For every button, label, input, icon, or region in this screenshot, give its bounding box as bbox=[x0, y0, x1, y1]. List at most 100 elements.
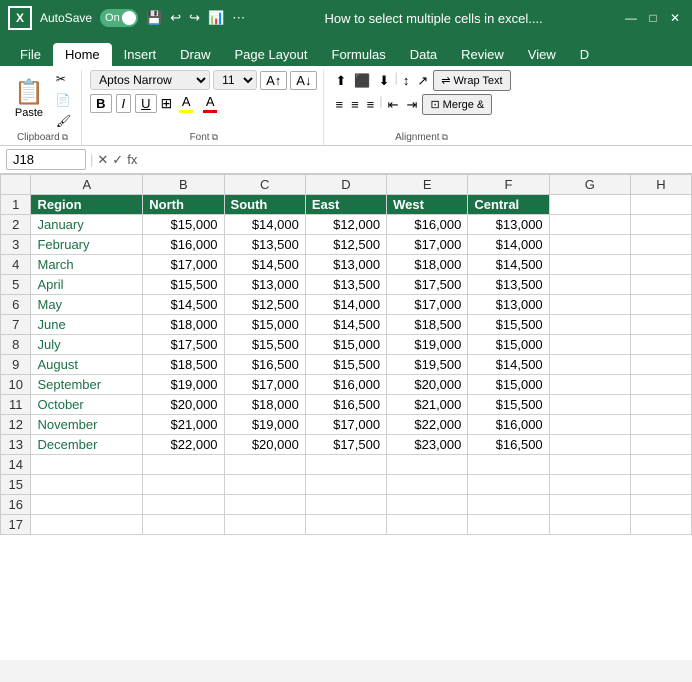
close-btn[interactable]: ✕ bbox=[666, 9, 684, 27]
row-header-10[interactable]: 10 bbox=[1, 375, 31, 395]
table-cell[interactable]: $16,500 bbox=[468, 435, 549, 455]
table-cell[interactable]: $17,500 bbox=[387, 275, 468, 295]
insert-function-icon[interactable]: fx bbox=[127, 152, 137, 168]
font-increase-btn[interactable]: A↑ bbox=[260, 71, 287, 90]
table-row[interactable]: 8July$17,500$15,500$15,000$19,000$15,000 bbox=[1, 335, 692, 355]
table-cell[interactable]: September bbox=[31, 375, 143, 395]
more-icon[interactable]: ⋯ bbox=[232, 10, 245, 26]
table-cell[interactable] bbox=[143, 495, 224, 515]
table-cell[interactable]: $19,500 bbox=[387, 355, 468, 375]
table-row[interactable]: 5April$15,500$13,000$13,500$17,500$13,50… bbox=[1, 275, 692, 295]
row-header-4[interactable]: 4 bbox=[1, 255, 31, 275]
table-cell[interactable] bbox=[468, 455, 549, 475]
table-cell[interactable]: $13,000 bbox=[224, 275, 305, 295]
table-row[interactable]: 9August$18,500$16,500$15,500$19,500$14,5… bbox=[1, 355, 692, 375]
font-size-select[interactable]: 11 bbox=[213, 70, 257, 90]
tab-view[interactable]: View bbox=[516, 43, 568, 66]
align-bottom-btn[interactable]: ⬇ bbox=[376, 70, 393, 91]
font-dialog-icon[interactable]: ⧉ bbox=[212, 132, 218, 143]
table-cell-empty[interactable] bbox=[549, 295, 630, 315]
tab-data[interactable]: Data bbox=[398, 43, 449, 66]
table-cell-empty[interactable] bbox=[630, 455, 691, 475]
cell-reference-box[interactable] bbox=[6, 149, 86, 170]
table-cell[interactable]: $16,000 bbox=[387, 215, 468, 235]
table-cell[interactable]: April bbox=[31, 275, 143, 295]
table-cell-empty[interactable] bbox=[549, 395, 630, 415]
tab-formulas[interactable]: Formulas bbox=[320, 43, 398, 66]
table-cell[interactable]: February bbox=[31, 235, 143, 255]
merge-button[interactable]: ⊡ Merge & bbox=[422, 94, 492, 115]
table-cell[interactable]: $18,500 bbox=[143, 355, 224, 375]
table-cell-empty[interactable] bbox=[549, 435, 630, 455]
table-cell[interactable]: $15,500 bbox=[305, 355, 386, 375]
table-cell-empty[interactable] bbox=[630, 295, 691, 315]
table-cell[interactable] bbox=[31, 475, 143, 495]
table-cell-empty[interactable] bbox=[630, 435, 691, 455]
table-cell[interactable]: South bbox=[224, 195, 305, 215]
table-cell[interactable] bbox=[224, 515, 305, 535]
table-cell-empty[interactable] bbox=[549, 475, 630, 495]
row-header-7[interactable]: 7 bbox=[1, 315, 31, 335]
table-row[interactable]: 7June$18,000$15,000$14,500$18,500$15,500 bbox=[1, 315, 692, 335]
table-cell-empty[interactable] bbox=[630, 215, 691, 235]
minimize-btn[interactable]: — bbox=[622, 9, 640, 27]
col-header-h[interactable]: H bbox=[630, 175, 691, 195]
table-cell[interactable]: Central bbox=[468, 195, 549, 215]
underline-button[interactable]: U bbox=[135, 94, 156, 113]
table-cell[interactable] bbox=[143, 475, 224, 495]
tab-insert[interactable]: Insert bbox=[112, 43, 169, 66]
table-cell[interactable]: $12,500 bbox=[224, 295, 305, 315]
table-cell-empty[interactable] bbox=[549, 515, 630, 535]
table-cell[interactable]: March bbox=[31, 255, 143, 275]
table-cell[interactable]: $22,000 bbox=[387, 415, 468, 435]
table-cell[interactable]: $18,000 bbox=[387, 255, 468, 275]
font-color-button[interactable]: A bbox=[200, 93, 220, 114]
table-cell-empty[interactable] bbox=[630, 415, 691, 435]
table-cell[interactable] bbox=[143, 455, 224, 475]
tab-draw[interactable]: Draw bbox=[168, 43, 222, 66]
text-angle-btn[interactable]: ↗ bbox=[414, 70, 431, 91]
spreadsheet[interactable]: A B C D E F G H 1RegionNorthSouthEastWes… bbox=[0, 174, 692, 660]
table-cell-empty[interactable] bbox=[549, 315, 630, 335]
table-cell-empty[interactable] bbox=[549, 495, 630, 515]
table-row[interactable]: 11October$20,000$18,000$16,500$21,000$15… bbox=[1, 395, 692, 415]
table-cell[interactable]: $17,000 bbox=[143, 255, 224, 275]
row-header-3[interactable]: 3 bbox=[1, 235, 31, 255]
table-cell-empty[interactable] bbox=[630, 495, 691, 515]
table-cell[interactable]: June bbox=[31, 315, 143, 335]
table-row[interactable]: 2January$15,000$14,000$12,000$16,000$13,… bbox=[1, 215, 692, 235]
table-cell[interactable]: October bbox=[31, 395, 143, 415]
table-cell[interactable] bbox=[468, 475, 549, 495]
table-cell[interactable]: January bbox=[31, 215, 143, 235]
table-cell[interactable] bbox=[305, 515, 386, 535]
table-cell-empty[interactable] bbox=[630, 335, 691, 355]
col-header-e[interactable]: E bbox=[387, 175, 468, 195]
table-cell[interactable]: $12,000 bbox=[305, 215, 386, 235]
table-cell[interactable]: $22,000 bbox=[143, 435, 224, 455]
table-cell[interactable]: $15,000 bbox=[468, 375, 549, 395]
fill-color-button[interactable]: A bbox=[176, 93, 196, 114]
row-header-11[interactable]: 11 bbox=[1, 395, 31, 415]
italic-button[interactable]: I bbox=[116, 94, 132, 113]
table-cell[interactable] bbox=[31, 455, 143, 475]
tab-more[interactable]: D bbox=[568, 43, 601, 66]
table-cell-empty[interactable] bbox=[630, 195, 691, 215]
table-row[interactable]: 4March$17,000$14,500$13,000$18,000$14,50… bbox=[1, 255, 692, 275]
table-cell[interactable] bbox=[468, 515, 549, 535]
alignment-dialog-icon[interactable]: ⧉ bbox=[442, 132, 448, 143]
table-cell[interactable]: $13,000 bbox=[468, 295, 549, 315]
row-header-16[interactable]: 16 bbox=[1, 495, 31, 515]
decrease-indent-btn[interactable]: ⇤ bbox=[385, 94, 402, 115]
table-cell-empty[interactable] bbox=[630, 235, 691, 255]
table-cell[interactable]: $18,000 bbox=[143, 315, 224, 335]
table-cell[interactable]: $14,500 bbox=[468, 355, 549, 375]
table-cell[interactable]: $12,500 bbox=[305, 235, 386, 255]
table-cell[interactable]: May bbox=[31, 295, 143, 315]
table-cell[interactable]: $16,500 bbox=[224, 355, 305, 375]
row-header-12[interactable]: 12 bbox=[1, 415, 31, 435]
cut-button[interactable]: ✂ bbox=[52, 70, 75, 88]
table-cell[interactable]: $15,500 bbox=[224, 335, 305, 355]
table-cell[interactable] bbox=[31, 515, 143, 535]
row-header-6[interactable]: 6 bbox=[1, 295, 31, 315]
text-direction-btn[interactable]: ↕ bbox=[400, 70, 413, 91]
